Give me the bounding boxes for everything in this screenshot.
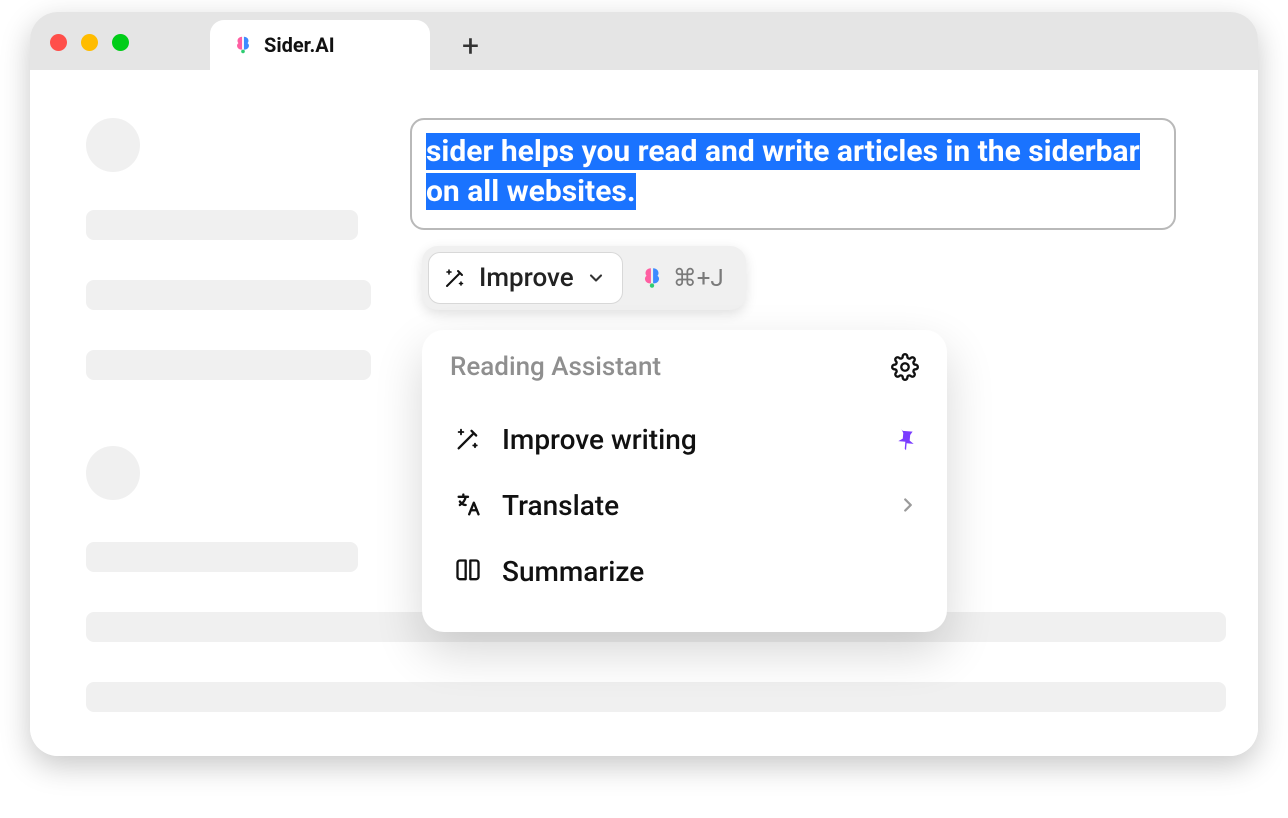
dropdown-item-label: Improve writing: [502, 423, 697, 456]
skeleton-line: [86, 350, 371, 380]
selected-text: sider helps you read and write articles …: [426, 133, 1140, 210]
translate-icon: [454, 491, 482, 519]
reading-assistant-dropdown: Reading Assistant I: [422, 330, 947, 632]
skeleton-avatar: [86, 118, 140, 172]
floating-toolbar: Improve ⌘+J: [422, 246, 746, 310]
sider-logo-icon: [639, 265, 665, 291]
improve-button-label: Improve: [479, 263, 574, 293]
skeleton-line: [86, 280, 371, 310]
shortcut-button[interactable]: ⌘+J: [623, 252, 740, 304]
skeleton-line: [86, 542, 358, 572]
dropdown-item-summarize[interactable]: Summarize: [450, 538, 919, 604]
skeleton-avatar: [86, 446, 140, 500]
book-open-icon: [454, 557, 482, 585]
chevron-down-icon: [586, 268, 606, 288]
dropdown-item-label: Translate: [502, 489, 619, 522]
dropdown-item-translate[interactable]: Translate: [450, 472, 919, 538]
sparkle-wand-icon: [443, 266, 467, 290]
browser-tab[interactable]: Sider.AI: [210, 20, 430, 70]
sparkle-wand-icon: [454, 425, 482, 453]
minimize-window-button[interactable]: [81, 34, 98, 51]
maximize-window-button[interactable]: [112, 34, 129, 51]
editor[interactable]: sider helps you read and write articles …: [410, 118, 1176, 230]
dropdown-item-improve-writing[interactable]: Improve writing: [450, 406, 919, 472]
gear-icon[interactable]: [891, 353, 919, 381]
skeleton-line: [86, 682, 1226, 712]
skeleton-line: [86, 210, 358, 240]
dropdown-item-label: Summarize: [502, 555, 644, 588]
page-content: sider helps you read and write articles …: [30, 70, 1258, 756]
new-tab-button[interactable]: +: [462, 32, 479, 62]
improve-button[interactable]: Improve: [428, 252, 623, 304]
pin-icon[interactable]: [895, 427, 919, 451]
titlebar: Sider.AI +: [30, 12, 1258, 70]
traffic-lights: [50, 34, 129, 51]
sider-logo-icon: [232, 34, 254, 56]
close-window-button[interactable]: [50, 34, 67, 51]
dropdown-title: Reading Assistant: [450, 352, 661, 382]
chevron-right-icon: [897, 494, 919, 516]
app-window: Sider.AI + si: [30, 12, 1258, 756]
tab-title: Sider.AI: [264, 33, 335, 57]
shortcut-label: ⌘+J: [673, 264, 724, 292]
